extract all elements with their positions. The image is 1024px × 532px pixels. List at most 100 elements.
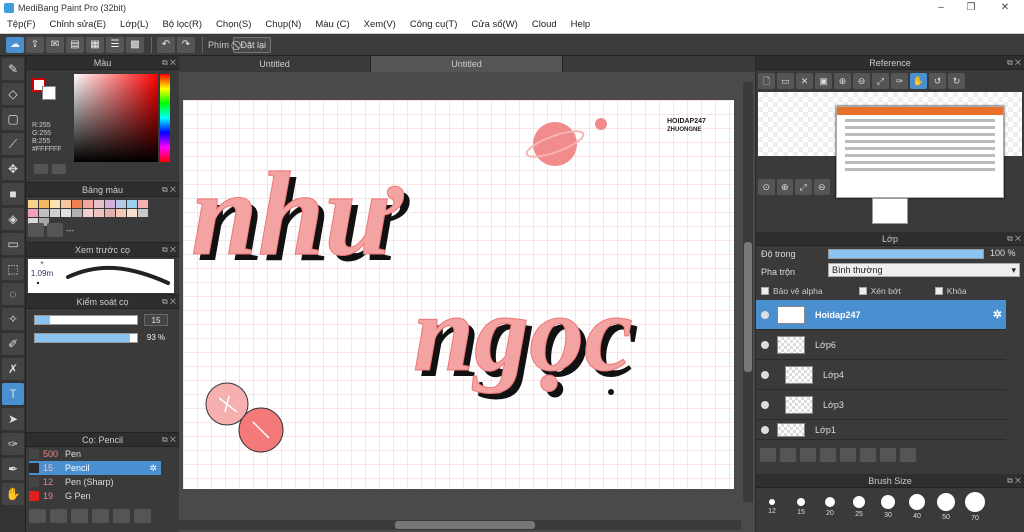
hand-icon[interactable]: ✋: [910, 73, 927, 89]
panel-float-icon[interactable]: ⧉ ✕: [1007, 56, 1021, 70]
close-icon[interactable]: ✕: [990, 0, 1020, 16]
rotate-right-icon[interactable]: ↻: [948, 73, 965, 89]
brush-size-slider[interactable]: [34, 315, 138, 325]
menu-edit[interactable]: Chỉnh sửa(E): [43, 19, 114, 30]
brush-item-g-pen[interactable]: 19 G Pen: [29, 489, 161, 503]
menu-help[interactable]: Help: [564, 19, 598, 30]
layer-menu-icon[interactable]: [820, 448, 836, 462]
canvas-horizontal-scrollbar[interactable]: [179, 520, 741, 530]
minimize-icon[interactable]: –: [926, 0, 956, 16]
actual-size-icon[interactable]: ⤢: [872, 73, 889, 89]
reference-image[interactable]: [836, 106, 1004, 198]
brush-size-option[interactable]: 40: [905, 492, 929, 522]
add-brush-icon[interactable]: [29, 509, 46, 523]
redo-icon[interactable]: ↷: [177, 36, 195, 53]
line-tool-icon[interactable]: ⟋: [2, 133, 24, 155]
new-8bit-layer-icon[interactable]: [800, 448, 816, 462]
gear-icon[interactable]: ✲: [149, 463, 157, 474]
folder-icon[interactable]: [113, 509, 130, 523]
layer-row-lop1[interactable]: Lớp1: [756, 420, 1006, 440]
eye-icon[interactable]: [761, 425, 769, 434]
shape-tool-icon[interactable]: ▢: [2, 108, 24, 130]
blend-mode-select[interactable]: Bình thường ▾: [828, 263, 1020, 277]
brush-item-pencil[interactable]: 15 Pencil ✲: [29, 461, 161, 475]
brush-item-pen[interactable]: 500 Pen: [29, 447, 161, 461]
eye-icon[interactable]: [761, 310, 769, 319]
comment-icon[interactable]: ✉: [46, 36, 64, 53]
brush-size-option[interactable]: 20: [818, 492, 842, 522]
panel-float-icon[interactable]: ⧉ ✕: [162, 183, 176, 197]
eyedropper-icon[interactable]: ✑: [891, 73, 908, 89]
color-option-button[interactable]: [52, 164, 66, 174]
gear-icon[interactable]: ✲: [993, 308, 1002, 321]
sub-color-swatch[interactable]: [42, 86, 56, 100]
export-icon[interactable]: ⇪: [26, 36, 44, 53]
fit-icon[interactable]: ▣: [815, 73, 832, 89]
page-icon[interactable]: ▦: [86, 36, 104, 53]
menu-snap[interactable]: Chụp(N): [258, 19, 308, 30]
fit-icon-2[interactable]: ⤢: [795, 179, 812, 195]
eye-icon[interactable]: [761, 340, 769, 349]
folder-icon[interactable]: ▭: [777, 73, 794, 89]
tab-untitled-1[interactable]: Untitled: [179, 56, 371, 72]
drawing-canvas[interactable]: HOIDAP247 ZHUONGNE như như ngọc ngọc: [183, 100, 734, 489]
select-pen-icon[interactable]: ✐: [2, 333, 24, 355]
duplicate-layer-icon[interactable]: [860, 448, 876, 462]
bucket-tool-icon[interactable]: ◈: [2, 208, 24, 230]
zoom-out-icon-2[interactable]: ⊖: [813, 179, 830, 195]
color-mode-button[interactable]: [34, 164, 48, 174]
text-tool-icon[interactable]: T: [2, 383, 24, 405]
zoom-in-icon-2[interactable]: ⊕: [776, 179, 793, 195]
zoom-in-icon[interactable]: ⊕: [834, 73, 851, 89]
merge-down-icon[interactable]: [880, 448, 896, 462]
reset-button[interactable]: ⃠ Đặt lại: [233, 36, 272, 53]
protect-alpha-checkbox[interactable]: Bảo vệ alpha: [761, 286, 823, 296]
layer-row-lop4[interactable]: Lớp4: [756, 360, 1006, 390]
brush-opacity-slider[interactable]: [34, 333, 138, 343]
new-halftone-layer-icon[interactable]: [780, 448, 796, 462]
menu-filter[interactable]: Bộ lọc(R): [155, 19, 209, 30]
lasso-tool-icon[interactable]: ◌: [2, 283, 24, 305]
layer-row-lop3[interactable]: Lớp3: [756, 390, 1006, 420]
new-layer-icon[interactable]: [760, 448, 776, 462]
move-tool-icon[interactable]: ✥: [2, 158, 24, 180]
menu-window[interactable]: Cửa sổ(W): [464, 19, 524, 30]
panel-float-icon[interactable]: ⧉ ✕: [162, 433, 176, 447]
close-ref-icon[interactable]: ✕: [796, 73, 813, 89]
select-tool-icon[interactable]: ⬚: [2, 258, 24, 280]
paste-brush-icon[interactable]: [92, 509, 109, 523]
delete-palette-icon[interactable]: [47, 223, 63, 237]
brush-size-option[interactable]: 15: [789, 492, 813, 522]
zoom-out-icon[interactable]: ⊖: [853, 73, 870, 89]
folder-icon[interactable]: [840, 448, 856, 462]
eyedropper-icon[interactable]: ✑: [2, 433, 24, 455]
undo-icon[interactable]: ↶: [157, 36, 175, 53]
maximize-icon[interactable]: ❐: [956, 0, 986, 16]
list-icon[interactable]: ☰: [106, 36, 124, 53]
layer-opacity-slider[interactable]: [828, 249, 984, 259]
delete-layer-icon[interactable]: [900, 448, 916, 462]
brush-size-option[interactable]: 50: [934, 492, 958, 522]
duplicate-icon[interactable]: [134, 509, 151, 523]
pen-tool-icon[interactable]: ✒: [2, 458, 24, 480]
new-palette-icon[interactable]: [28, 223, 44, 237]
lock-checkbox[interactable]: Khóa: [934, 286, 967, 296]
select-eraser-icon[interactable]: ✗: [2, 358, 24, 380]
menu-tools[interactable]: Công cụ(T): [403, 19, 465, 30]
canvas-vertical-scrollbar[interactable]: [743, 82, 753, 502]
reference-thumbnail[interactable]: [872, 198, 908, 224]
copy-brush-icon[interactable]: [50, 509, 67, 523]
brush-size-option[interactable]: 12: [760, 492, 784, 522]
saturation-value-picker[interactable]: [74, 74, 158, 162]
clipping-checkbox[interactable]: Xén bớt: [858, 286, 901, 296]
eye-icon[interactable]: [761, 400, 769, 409]
rotate-left-icon[interactable]: ↺: [929, 73, 946, 89]
eye-icon[interactable]: [761, 370, 769, 379]
menu-cloud[interactable]: Cloud: [525, 19, 564, 30]
tab-untitled-2[interactable]: Untitled: [371, 56, 563, 72]
panel-float-icon[interactable]: ⧉ ✕: [162, 243, 176, 257]
operation-tool-icon[interactable]: ➤: [2, 408, 24, 430]
panel-float-icon[interactable]: ⧉ ✕: [162, 295, 176, 309]
panel-float-icon[interactable]: ⧉ ✕: [162, 56, 176, 70]
brush-size-option[interactable]: 70: [963, 492, 987, 522]
